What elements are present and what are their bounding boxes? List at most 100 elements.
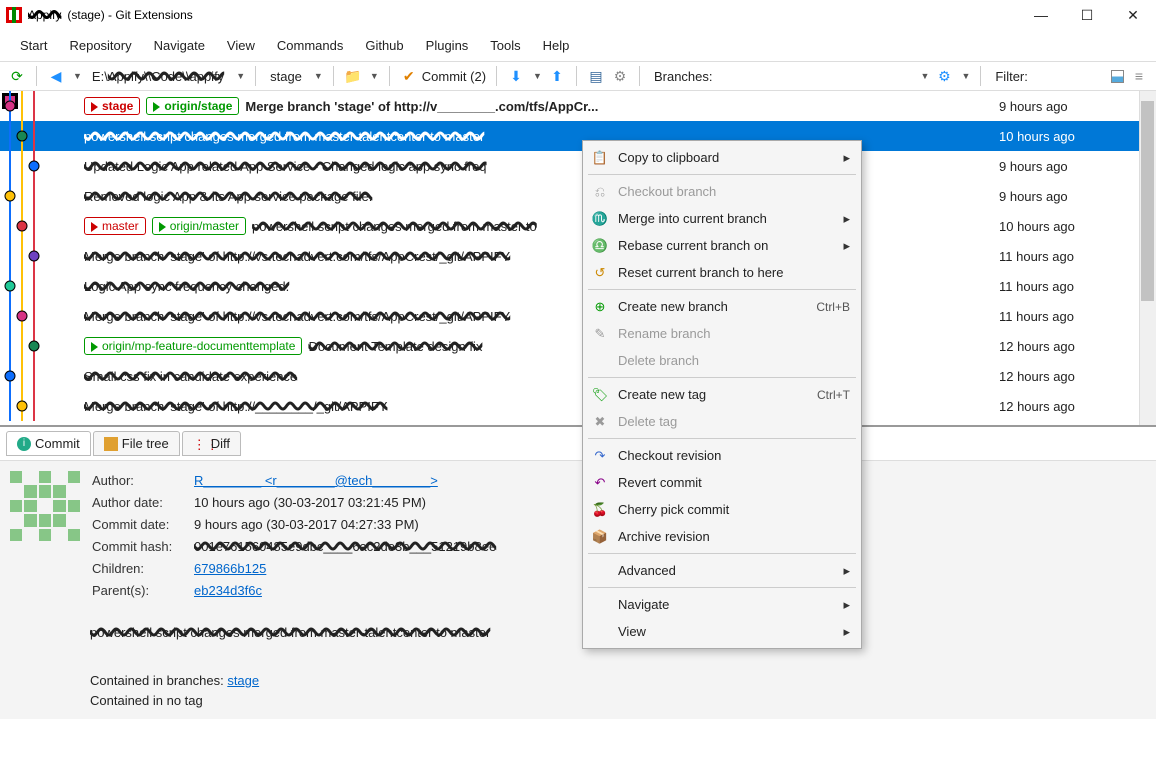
context-menu: 📋Copy to clipboard▸ ⎌Checkout branch ♏Me…: [582, 140, 862, 649]
ctx-merge[interactable]: ♏Merge into current branch▸: [586, 205, 858, 232]
ctx-delete-branch: Delete branch: [586, 347, 858, 374]
ctx-navigate[interactable]: Navigate▸: [586, 591, 858, 618]
settings-tool-icon[interactable]: ⚙: [611, 67, 629, 85]
menu-github[interactable]: Github: [355, 34, 413, 57]
titlebar: Appify (stage) - Git Extensions — ☐ ✕: [0, 0, 1156, 30]
branches-label: Branches:: [650, 69, 717, 84]
menu-plugins[interactable]: Plugins: [416, 34, 479, 57]
branch-badge: master: [84, 217, 146, 235]
toggle-icon[interactable]: ≡: [1130, 67, 1148, 85]
del-tag-icon: ✖: [590, 412, 610, 432]
commit-row[interactable]: Merge branch 'stage' of http://vs.techad…: [0, 301, 1139, 331]
ctx-archive[interactable]: 📦Archive revision: [586, 523, 858, 550]
checkout-icon: ⎌: [590, 182, 610, 202]
commit-date-label: Commit date:: [92, 515, 192, 535]
commit-row[interactable]: Updated Logic App related App Service - …: [0, 151, 1139, 181]
commit-grid: stageorigin/stageMerge branch 'stage' of…: [0, 91, 1156, 427]
author-label: Author:: [92, 471, 192, 491]
commit-button[interactable]: ✔Commit (2): [400, 67, 486, 85]
ctx-view[interactable]: View▸: [586, 618, 858, 645]
menu-navigate[interactable]: Navigate: [144, 34, 215, 57]
menu-help[interactable]: Help: [533, 34, 580, 57]
gear-icon[interactable]: ⚙: [935, 67, 953, 85]
current-branch[interactable]: stage: [266, 69, 306, 84]
clipboard-icon: 📋: [590, 148, 610, 168]
refresh-icon[interactable]: ⟳: [8, 67, 26, 85]
ctx-rename-branch: ✎Rename branch: [586, 320, 858, 347]
menu-tools[interactable]: Tools: [480, 34, 530, 57]
scorpio-icon: ♏: [590, 209, 610, 229]
commit-row[interactable]: stageorigin/stageMerge branch 'stage' of…: [0, 91, 1139, 121]
commit-hash: 001e761560485e9dbc____6ac2de3b___51219b8…: [194, 537, 496, 557]
grid-scrollbar[interactable]: [1139, 91, 1156, 425]
commit-time: 10 hours ago: [989, 219, 1139, 234]
layout-icon[interactable]: [1111, 70, 1124, 83]
commit-message-text: Merge branch 'stage' of http://vs.techad…: [84, 309, 510, 324]
commit-row[interactable]: Merge branch 'stage' of http://vs.techad…: [0, 241, 1139, 271]
commit-message-text: Removed logic App & its App service pack…: [84, 189, 372, 204]
branch-badge: stage: [84, 97, 140, 115]
menu-start[interactable]: Start: [10, 34, 57, 57]
branch-badge: origin/master: [152, 217, 246, 235]
commit-time: 9 hours ago: [989, 159, 1139, 174]
commit-row[interactable]: origin/mp-feature-documenttemplate Docume…: [0, 331, 1139, 361]
ctx-new-branch[interactable]: ⊕Create new branchCtrl+B: [586, 293, 858, 320]
minimize-button[interactable]: —: [1018, 0, 1064, 30]
explorer-icon[interactable]: 📁: [344, 67, 362, 85]
push-icon[interactable]: ⬆: [548, 67, 566, 85]
ctx-advanced[interactable]: Advanced▸: [586, 557, 858, 584]
author-link[interactable]: R________ <r________@tech________>: [194, 473, 438, 488]
commit-row[interactable]: Merge branch 'stage' of http://________/…: [0, 391, 1139, 421]
tab-file-tree[interactable]: File tree: [93, 431, 180, 456]
repo-path[interactable]: E:\Appify\\Code\\appify: [88, 69, 228, 84]
contained-branches-label: Contained in branches:: [90, 673, 227, 688]
maximize-button[interactable]: ☐: [1064, 0, 1110, 30]
back-icon[interactable]: ◀: [47, 67, 65, 85]
parents-label: Parent(s):: [92, 581, 192, 601]
commit-row[interactable]: Small css fix in candidate experience12 …: [0, 361, 1139, 391]
commit-row[interactable]: Removed logic App & its App service pack…: [0, 181, 1139, 211]
ctx-rebase[interactable]: ♎Rebase current branch on▸: [586, 232, 858, 259]
commit-message-text: powershell script changes merged from ma…: [84, 129, 484, 144]
contained-branch-link[interactable]: stage: [227, 673, 259, 688]
author-date-label: Author date:: [92, 493, 192, 513]
stash-icon[interactable]: ▤: [587, 67, 605, 85]
commit-message-text: Logic App sync frequency changed.: [84, 279, 289, 294]
tab-commit[interactable]: iCommit: [6, 431, 91, 456]
commit-row[interactable]: Logic App sync frequency changed. 11 hour…: [0, 271, 1139, 301]
commit-time: 10 hours ago: [989, 129, 1139, 144]
tab-diff[interactable]: ⋮⋮Diff: [182, 431, 241, 456]
avatar: [0, 461, 90, 719]
commit-row[interactable]: master origin/master powershell script cha…: [0, 211, 1139, 241]
commit-message-text: Document Template design fix: [308, 339, 482, 354]
ctx-cherry-pick[interactable]: 🍒Cherry pick commit: [586, 496, 858, 523]
commit-time: 12 hours ago: [989, 369, 1139, 384]
ctx-copy-clipboard[interactable]: 📋Copy to clipboard▸: [586, 144, 858, 171]
rename-icon: ✎: [590, 324, 610, 344]
libra-icon: ♎: [590, 236, 610, 256]
commit-time: 9 hours ago: [989, 189, 1139, 204]
branch-badge: origin/mp-feature-documenttemplate: [84, 337, 302, 355]
commit-time: 11 hours ago: [989, 279, 1139, 294]
commit-row[interactable]: powershell script changes merged from ma…: [0, 121, 1139, 151]
pull-icon[interactable]: ⬇: [507, 67, 525, 85]
commit-message-text: Merge branch 'stage' of http://v________…: [245, 99, 598, 114]
commit-hash-label: Commit hash:: [92, 537, 192, 557]
new-tag-icon: 🏷: [590, 385, 610, 405]
parents-link[interactable]: eb234d3f6c: [194, 583, 262, 598]
menu-commands[interactable]: Commands: [267, 34, 353, 57]
commit-detail: Author:R________ <r________@tech________…: [0, 461, 1156, 719]
menu-repository[interactable]: Repository: [59, 34, 141, 57]
close-button[interactable]: ✕: [1110, 0, 1156, 30]
archive-icon: 📦: [590, 527, 610, 547]
commit-time: 9 hours ago: [989, 99, 1139, 114]
children-link[interactable]: 679866b125: [194, 561, 266, 576]
ctx-revert-commit[interactable]: ↶Revert commit: [586, 469, 858, 496]
ctx-new-tag[interactable]: 🏷Create new tagCtrl+T: [586, 381, 858, 408]
ctx-reset[interactable]: ↺Reset current branch to here: [586, 259, 858, 286]
ctx-checkout-revision[interactable]: ↷Checkout revision: [586, 442, 858, 469]
commit-message-text: powershell script changes merged from ma…: [252, 219, 537, 234]
commit-date: 9 hours ago (30-03-2017 04:27:33 PM): [194, 515, 496, 535]
menu-view[interactable]: View: [217, 34, 265, 57]
window-title: Appify: [28, 8, 61, 22]
